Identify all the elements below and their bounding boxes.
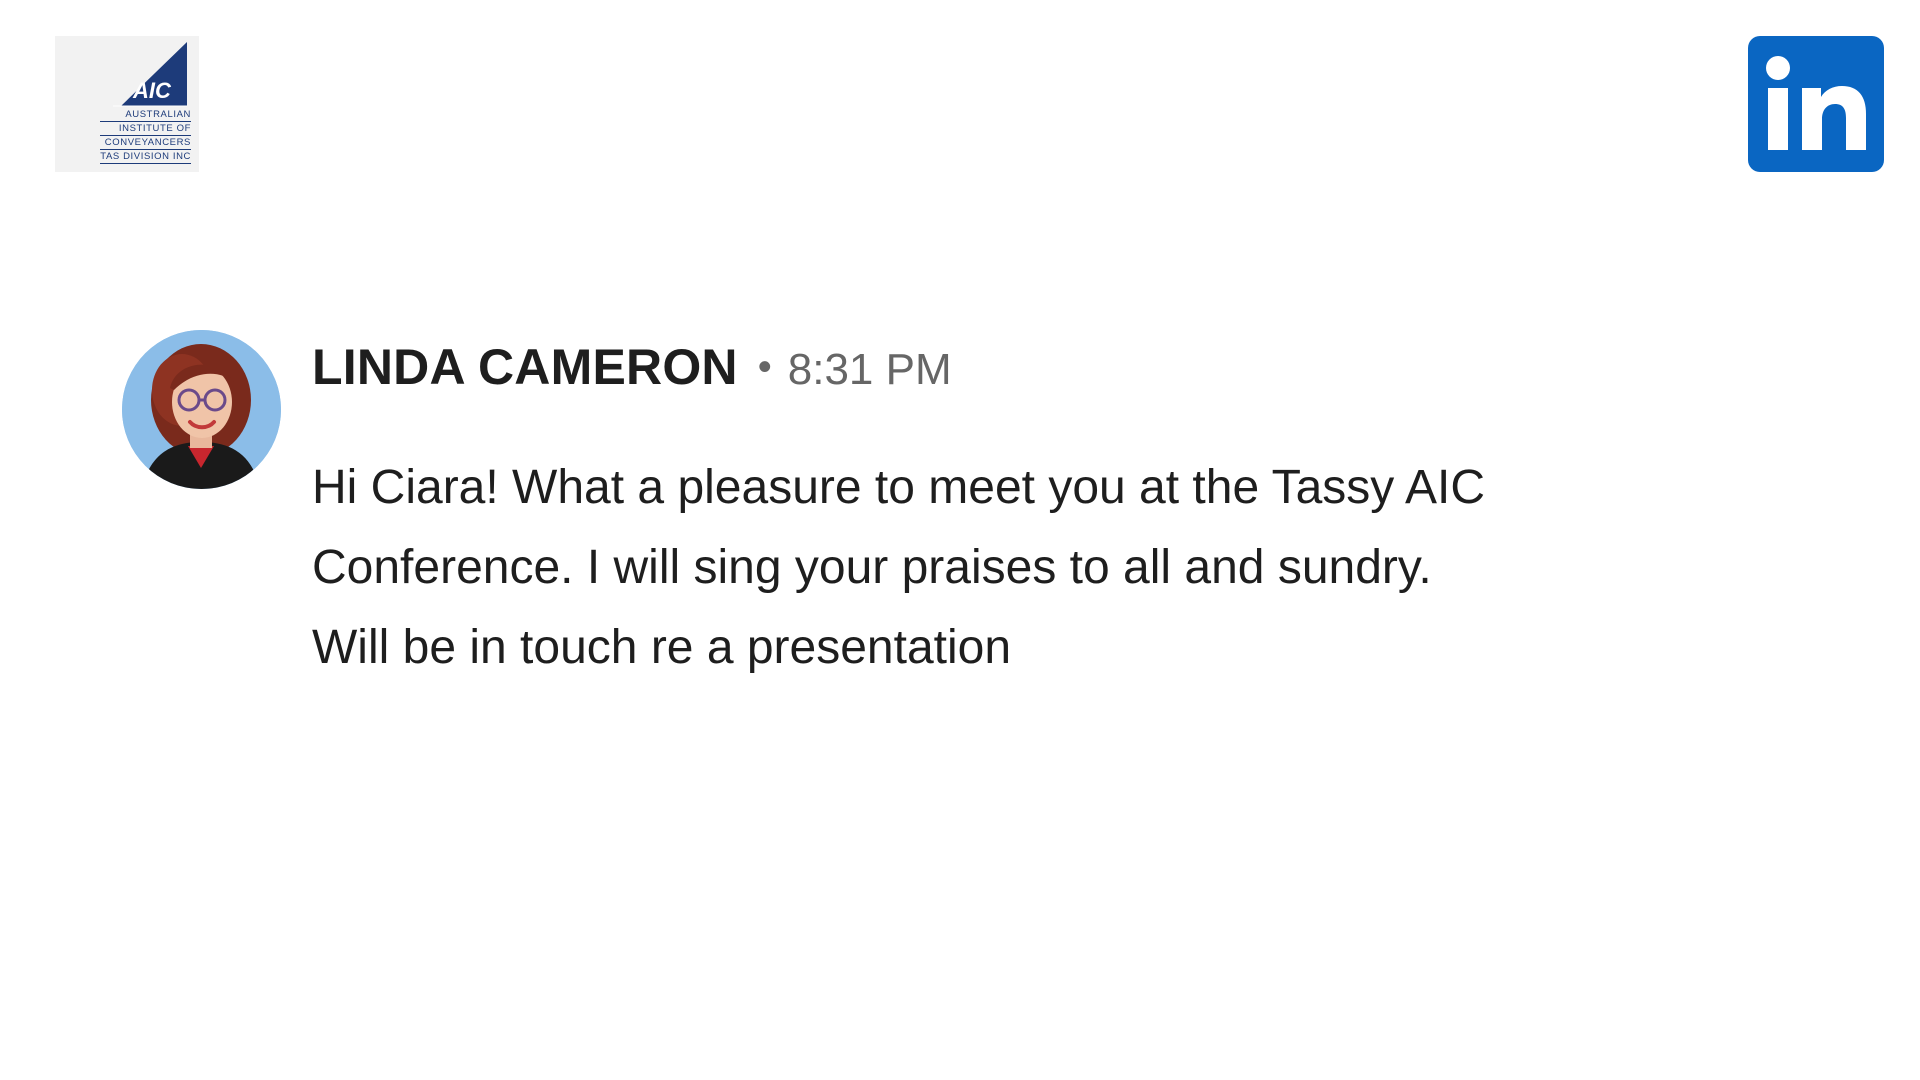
avatar[interactable] (122, 330, 281, 489)
aic-mark-text: AIC (133, 78, 171, 103)
aic-line-3: CONVEYANCERS (100, 136, 191, 150)
message-body: Hi Ciara! What a pleasure to meet you at… (312, 448, 1772, 688)
linkedin-icon (1748, 36, 1884, 172)
message-line-2: Conference. I will sing your praises to … (312, 541, 1432, 594)
aic-line-2: INSTITUTE OF (100, 122, 191, 136)
message-header: LINDA CAMERON • 8:31 PM (312, 338, 952, 396)
separator-dot: • (757, 345, 772, 389)
sender-name[interactable]: LINDA CAMERON (312, 338, 738, 396)
message-time: 8:31 PM (787, 345, 952, 394)
aic-line-4: TAS DIVISION INC (100, 151, 191, 164)
aic-line-1: AUSTRALIAN (100, 108, 191, 122)
aic-logo-text: AUSTRALIAN INSTITUTE OF CONVEYANCERS TAS… (100, 108, 191, 164)
page: AIC AUSTRALIAN INSTITUTE OF CONVEYANCERS… (0, 0, 1920, 1080)
avatar-photo-icon (122, 330, 281, 489)
message-line-3: Will be in touch re a presentation (312, 621, 1012, 674)
aic-logo: AIC AUSTRALIAN INSTITUTE OF CONVEYANCERS… (55, 36, 199, 172)
message-line-1: Hi Ciara! What a pleasure to meet you at… (312, 461, 1485, 514)
